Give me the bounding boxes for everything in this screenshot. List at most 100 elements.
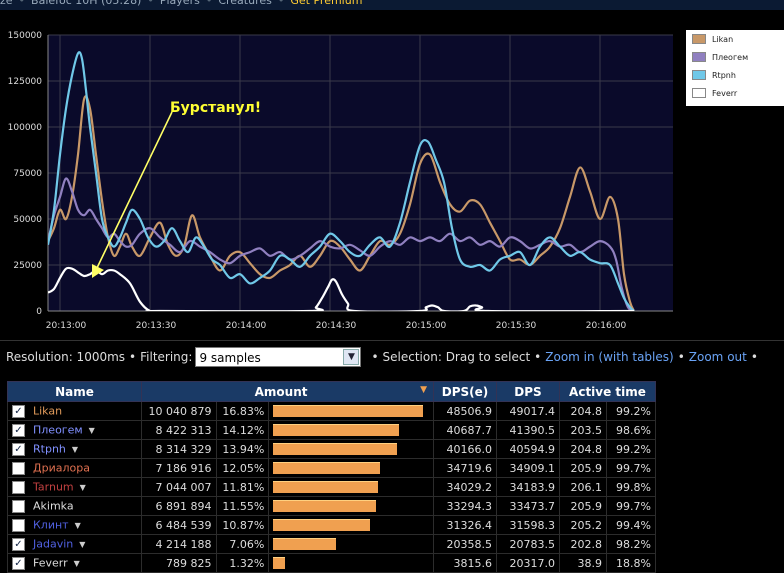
- row-checkbox[interactable]: ✓: [12, 442, 25, 456]
- row-checkbox[interactable]: ✓: [12, 537, 25, 551]
- cell-dps: 49017.4: [496, 401, 560, 421]
- cell-percent: 11.81%: [215, 477, 270, 497]
- table-row[interactable]: ✓ Rtpnh ▼ 8 314 329 13.94% 40166.0 40594.9 204.…: [7, 439, 656, 459]
- y-tick-label: 75000: [13, 169, 42, 179]
- chevron-down-icon[interactable]: ▼: [79, 540, 85, 549]
- cell-bar: [268, 477, 434, 497]
- col-dpse-header[interactable]: DPS(e): [433, 381, 497, 402]
- cell-amount: 7 044 007: [141, 477, 217, 497]
- amount-bar: [273, 538, 337, 550]
- cell-time: 205.2: [559, 515, 607, 535]
- cell-active: 98.6%: [606, 420, 656, 440]
- cell-amount: 8 422 313: [141, 420, 217, 440]
- breadcrumb: ze • Balefoc 10H (05:28) • Players • Creatures…: [0, 0, 368, 7]
- filtering-select[interactable]: 9 samples ▼: [195, 346, 362, 367]
- row-checkbox[interactable]: [12, 518, 25, 532]
- amount-bar: [273, 462, 381, 474]
- nav-item[interactable]: Players: [160, 0, 200, 7]
- cell-dpse: 48506.9: [433, 401, 497, 421]
- nav-separator: •: [277, 0, 285, 7]
- cell-amount: 10 040 879: [141, 401, 217, 421]
- table-row[interactable]: Tarnum ▼ 7 044 007 11.81% 34029.2 34183.9 206.…: [7, 477, 656, 497]
- table-row[interactable]: Клинт ▼ 6 484 539 10.87% 31326.4 31598.3 205.2…: [7, 515, 656, 535]
- nav-item[interactable]: ze: [0, 0, 13, 7]
- chevron-down-icon[interactable]: ▼: [72, 445, 78, 454]
- cell-dpse: 20358.5: [433, 534, 497, 554]
- amount-bar: [273, 500, 377, 512]
- legend-swatch: [692, 34, 706, 44]
- chevron-down-icon[interactable]: ▼: [89, 426, 95, 435]
- row-checkbox[interactable]: ✓: [12, 556, 25, 570]
- cell-dps: 20783.5: [496, 534, 560, 554]
- cell-amount: 6 891 894: [141, 496, 217, 516]
- y-tick-label: 150000: [8, 31, 43, 41]
- player-name[interactable]: Плеогем: [33, 424, 83, 437]
- player-name[interactable]: Feverr: [33, 557, 68, 570]
- annotation-text: Бурстанул!: [170, 100, 261, 116]
- col-amount-header[interactable]: Amount ▼: [141, 381, 434, 402]
- cell-time: 202.8: [559, 534, 607, 554]
- chart-controls: Resolution: 1000ms • Filtering: 9 sample…: [0, 340, 784, 372]
- legend-label: Feverr: [712, 88, 738, 98]
- player-name[interactable]: Likan: [33, 405, 62, 418]
- cell-bar: [268, 534, 434, 554]
- cell-active: 99.2%: [606, 439, 656, 459]
- player-name[interactable]: Rtpnh: [33, 443, 66, 456]
- cell-dps: 31598.3: [496, 515, 560, 535]
- table-row[interactable]: ✓ Jadavin ▼ 4 214 188 7.06% 20358.5 20783.5 202…: [7, 534, 656, 554]
- cell-time: 204.8: [559, 439, 607, 459]
- cell-active: 98.2%: [606, 534, 656, 554]
- x-tick-label: 20:13:00: [46, 321, 87, 331]
- col-name-header[interactable]: Name: [7, 381, 142, 402]
- nav-item[interactable]: Get Premium: [290, 0, 362, 7]
- legend-item: Feverr: [686, 84, 784, 102]
- row-checkbox[interactable]: [12, 461, 25, 475]
- nav-item[interactable]: Balefoc 10H (05:28): [31, 0, 141, 7]
- cell-bar: [268, 458, 434, 478]
- player-name[interactable]: Tarnum: [33, 481, 74, 494]
- table-row[interactable]: ✓ Плеогем ▼ 8 422 313 14.12% 40687.7 41390.5 20…: [7, 420, 656, 440]
- chevron-down-icon[interactable]: ▼: [74, 559, 80, 568]
- row-checkbox[interactable]: [12, 480, 25, 494]
- cell-name: ✓ Rtpnh ▼: [7, 439, 142, 459]
- chevron-down-icon[interactable]: ▼: [75, 521, 81, 530]
- table-header-row: Name Amount ▼ DPS(e) DPS Active time: [7, 381, 656, 402]
- cell-bar: [268, 420, 434, 440]
- player-name[interactable]: Клинт: [33, 519, 69, 532]
- legend-swatch: [692, 88, 706, 98]
- cell-bar: [268, 401, 434, 421]
- row-checkbox[interactable]: ✓: [12, 423, 25, 437]
- player-name[interactable]: Jadavin: [33, 538, 73, 551]
- amount-bar: [273, 557, 286, 569]
- zoom-in-link[interactable]: Zoom in (with tables): [545, 350, 673, 364]
- legend-label: Likan: [712, 34, 734, 44]
- table-row[interactable]: ✓ Likan 10 040 879 16.83% 48506.9 49017.4 204.…: [7, 401, 656, 421]
- cell-name: Дриалора: [7, 458, 142, 478]
- player-name[interactable]: Akimka: [33, 500, 74, 513]
- x-tick-label: 20:13:30: [136, 321, 177, 331]
- zoom-out-link[interactable]: Zoom out: [689, 350, 747, 364]
- player-name[interactable]: Дриалора: [33, 462, 90, 475]
- legend-item: Rtpnh: [686, 66, 784, 84]
- nav-item[interactable]: Creatures: [218, 0, 272, 7]
- x-tick-label: 20:14:00: [226, 321, 267, 331]
- amount-bar: [273, 481, 379, 493]
- row-checkbox[interactable]: ✓: [12, 404, 25, 418]
- dps-chart[interactable]: 0 25000 50000 75000 100000 125000 150000 20:13:…: [0, 12, 784, 338]
- row-checkbox[interactable]: [12, 499, 25, 513]
- chevron-down-icon[interactable]: ▼: [80, 483, 86, 492]
- filtering-label: Filtering:: [140, 349, 193, 364]
- table-row[interactable]: Akimka 6 891 894 11.55% 33294.3 33473.7 205.9…: [7, 496, 656, 516]
- chevron-down-icon[interactable]: ▼: [343, 348, 360, 365]
- cell-percent: 11.55%: [215, 496, 270, 516]
- col-dps-header[interactable]: DPS: [496, 381, 560, 402]
- cell-name: Tarnum ▼: [7, 477, 142, 497]
- cell-active: 99.8%: [606, 477, 656, 497]
- nav-separator: •: [18, 0, 26, 7]
- cell-time: 203.5: [559, 420, 607, 440]
- legend-swatch: [692, 52, 706, 62]
- cell-bar: [268, 496, 434, 516]
- col-active-header[interactable]: Active time: [559, 381, 656, 402]
- cell-amount: 6 484 539: [141, 515, 217, 535]
- table-row[interactable]: Дриалора 7 186 916 12.05% 34719.6 34909.1 205…: [7, 458, 656, 478]
